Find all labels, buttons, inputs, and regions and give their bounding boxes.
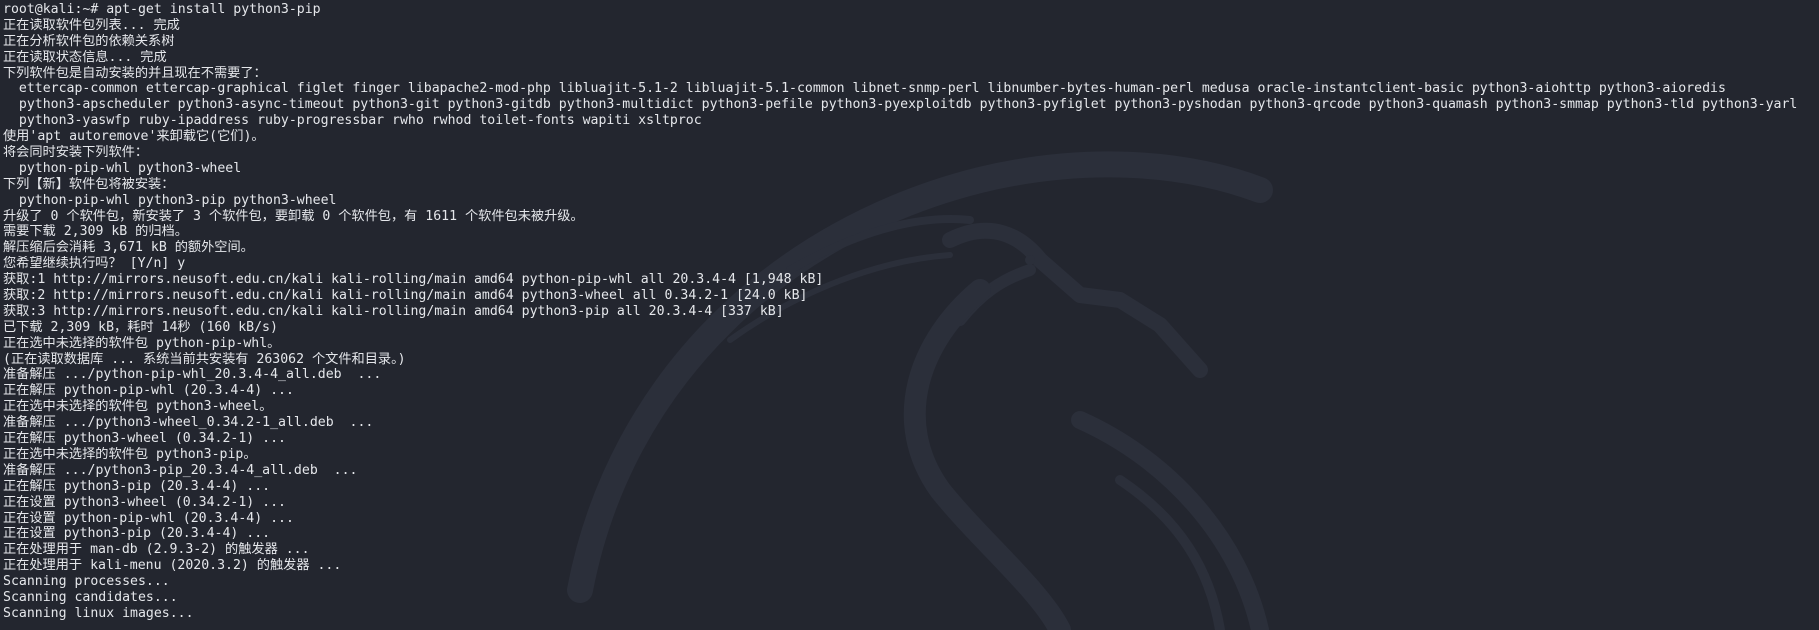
output-line: python3-apscheduler python3-async-timeou… [3,97,1798,113]
output-line: 获取:1 http://mirrors.neusoft.edu.cn/kali … [3,272,824,288]
output-line: 正在设置 python3-wheel (0.34.2-1) ... [3,494,286,510]
terminal-output: root@kali:~# apt-get install python3-pip… [3,2,1819,622]
terminal-window[interactable]: root@kali:~# apt-get install python3-pip… [0,0,1819,630]
output-line: 获取:3 http://mirrors.neusoft.edu.cn/kali … [3,303,784,319]
output-line: 正在解压 python-pip-whl (20.3.4-4) ... [3,383,294,399]
output-line: 正在解压 python3-pip (20.3.4-4) ... [3,478,271,494]
output-line: 正在分析软件包的依赖关系树 [3,33,175,49]
output-line: 正在读取状态信息... 完成 [3,49,167,65]
output-line: 将会同时安装下列软件： [3,145,149,161]
output-line: 需要下载 2,309 kB 的归档。 [3,224,188,240]
output-line: Scanning candidates... [3,589,178,605]
output-line: 正在解压 python3-wheel (0.34.2-1) ... [3,431,286,447]
output-line: python-pip-whl python3-wheel [3,160,242,176]
output-line: Scanning linux images... [3,605,194,621]
output-line: 正在设置 python-pip-whl (20.3.4-4) ... [3,510,294,526]
output-line: 下列软件包是自动安装的并且现在不需要了： [3,65,267,81]
output-line: 正在读取软件包列表... 完成 [3,17,180,33]
output-line: 升级了 0 个软件包，新安装了 3 个软件包，要卸载 0 个软件包，有 1611… [3,208,584,224]
output-line: 正在选中未选择的软件包 python3-wheel。 [3,399,273,415]
output-line: 获取:2 http://mirrors.neusoft.edu.cn/kali … [3,288,808,304]
output-line: 正在选中未选择的软件包 python-pip-whl。 [3,335,281,351]
output-line: 正在选中未选择的软件包 python3-pip。 [3,446,257,462]
output-line: (正在读取数据库 ... 系统当前共安装有 263062 个文件和目录。) [3,351,406,367]
output-line: 下列【新】软件包将被安装： [3,176,175,192]
output-line: 您希望继续执行吗？ [Y/n] y [3,256,186,272]
output-line: Scanning processes... [3,574,170,590]
output-line: 使用'apt autoremove'来卸载它(它们)。 [3,129,265,145]
output-line: 正在设置 python3-pip (20.3.4-4) ... [3,526,271,542]
output-line: 准备解压 .../python-pip-whl_20.3.4-4_all.deb… [3,367,382,383]
output-line: 准备解压 .../python3-pip_20.3.4-4_all.deb ..… [3,462,358,478]
output-line: 已下载 2,309 kB，耗时 14秒 (160 kB/s) [3,319,278,335]
prompt-line: root@kali:~# apt-get install python3-pip [3,2,1819,18]
shell-prompt: root@kali:~# [3,2,99,17]
output-line: python3-yaswfp ruby-ipaddress ruby-progr… [3,113,702,129]
output-line: python-pip-whl python3-pip python3-wheel [3,192,337,208]
output-line: 准备解压 .../python3-wheel_0.34.2-1_all.deb … [3,415,374,431]
shell-command: apt-get install python3-pip [106,2,321,17]
output-line: 解压缩后会消耗 3,671 kB 的额外空间。 [3,240,254,256]
output-line: 正在处理用于 man-db (2.9.3-2) 的触发器 ... [3,542,310,558]
output-line: 正在处理用于 kali-menu (2020.3.2) 的触发器 ... [3,558,342,574]
output-line: ettercap-common ettercap-graphical figle… [3,81,1726,97]
